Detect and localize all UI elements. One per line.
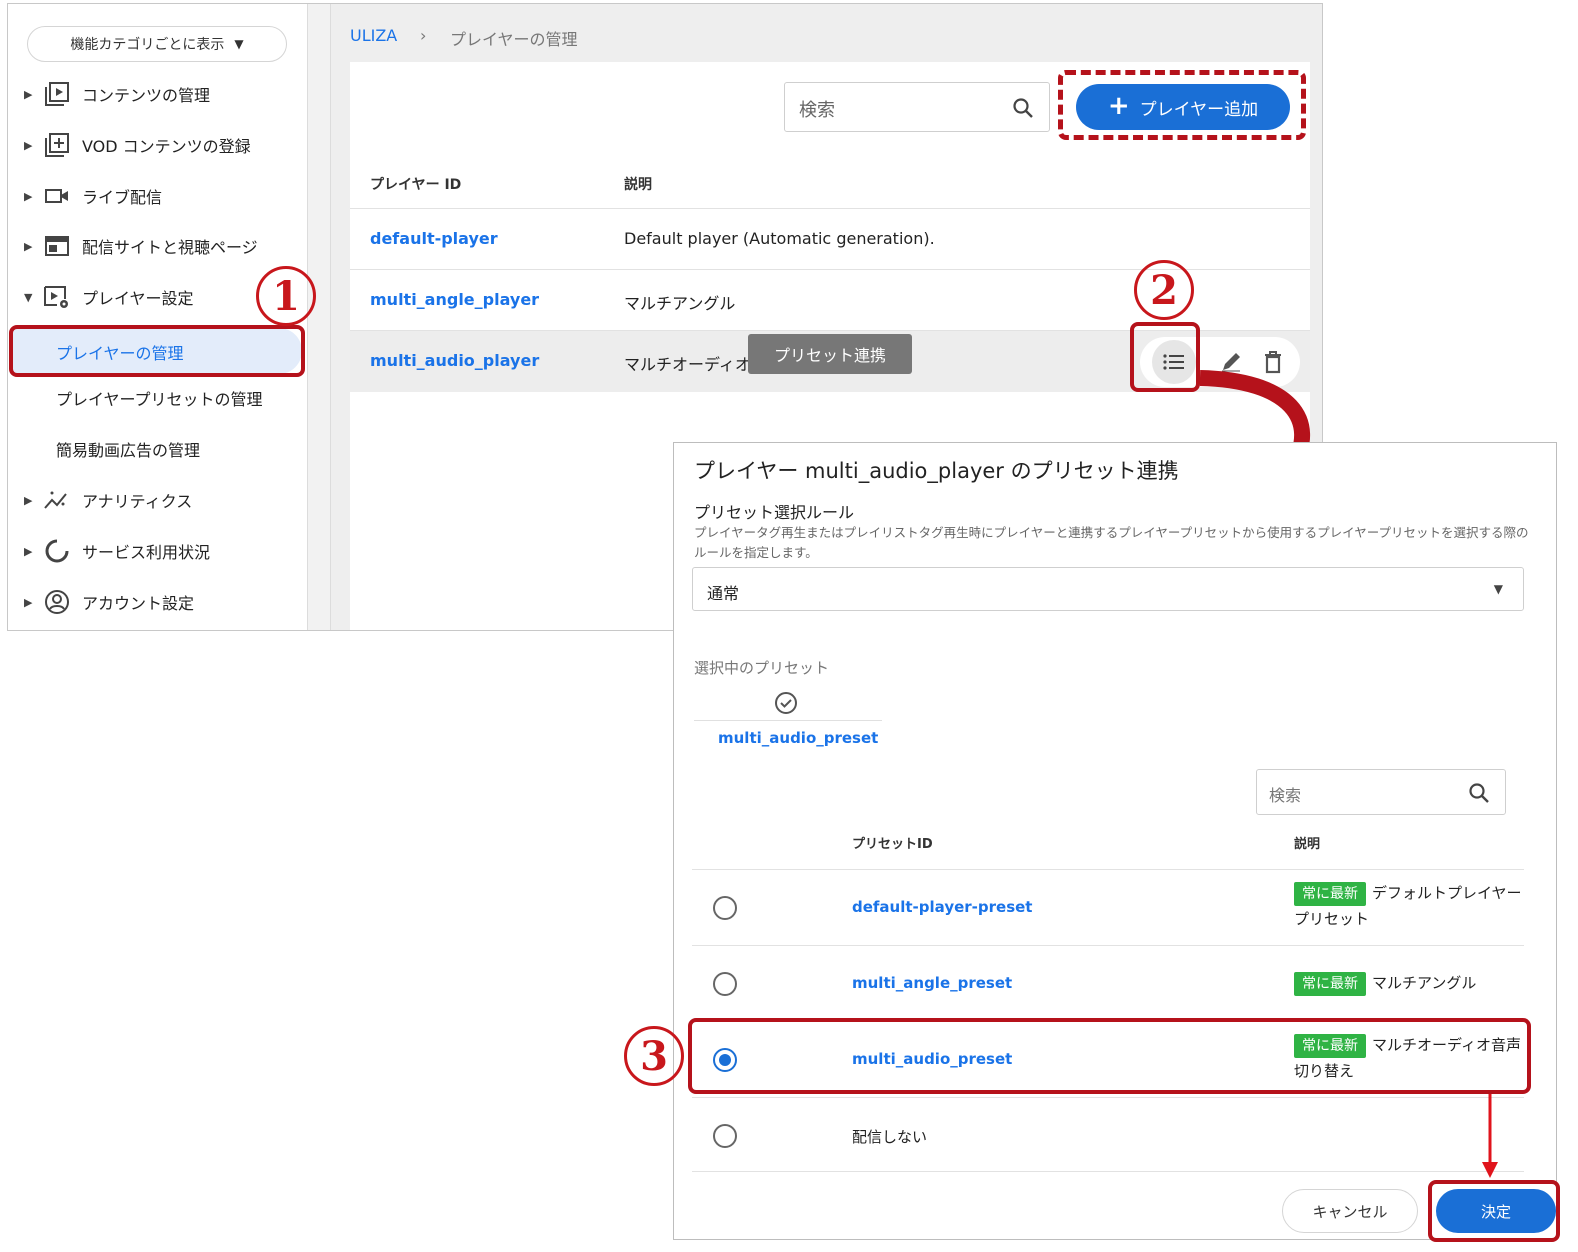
sidebar-item-service-usage[interactable]: ▶ サービス利用状況: [24, 531, 210, 571]
sidebar-item-account[interactable]: ▶ アカウント設定: [24, 582, 194, 622]
sidebar-item-label: アナリティクス: [82, 492, 193, 511]
expand-caret-icon: ▶: [24, 138, 33, 152]
preset-description: 常に最新 デフォルトプレイヤープリセット: [1294, 880, 1524, 932]
preset-row[interactable]: default-player-preset 常に最新 デフォルトプレイヤープリセッ…: [692, 869, 1524, 945]
player-id-link[interactable]: default-player: [370, 229, 498, 248]
preset-search-input[interactable]: 検索: [1256, 769, 1506, 815]
preset-rule-help: プレイヤータグ再生またはプレイリストタグ再生時にプレイヤーと連携するプレイヤープ…: [694, 525, 1529, 560]
player-description: Default player (Automatic generation).: [624, 229, 935, 248]
always-latest-badge: 常に最新: [1294, 972, 1366, 996]
expand-caret-icon: ▶: [24, 544, 33, 558]
sidebar-item-sites[interactable]: ▶ 配信サイトと視聴ページ: [24, 226, 258, 266]
search-icon: [1011, 96, 1035, 124]
analytics-icon: [42, 487, 72, 513]
dialog-title: プレイヤー multi_audio_player のプリセット連携: [694, 459, 1179, 483]
player-description: マルチオーディオ用: [624, 355, 767, 374]
dropdown-arrow-icon: ▼: [1493, 582, 1503, 596]
sidebar-item-live[interactable]: ▶ ライブ配信: [24, 176, 162, 216]
sidebar: 機能カテゴリごとに表示 ▼ ▶ コンテンツの管理 ▶ VOD コンテンツの登録 …: [8, 4, 308, 630]
search-icon: [1467, 781, 1491, 809]
sidebar-item-label: コンテンツの管理: [82, 86, 211, 105]
search-input[interactable]: 検索: [784, 82, 1050, 132]
sidebar-item-label: VOD コンテンツの登録: [82, 137, 251, 156]
highlight-box-1: [9, 325, 305, 377]
preset-id: multi_angle_preset: [852, 974, 1013, 992]
highlight-box-add-button: [1058, 70, 1306, 140]
breadcrumb-root[interactable]: ULIZA: [350, 26, 397, 45]
divider: [694, 720, 882, 721]
highlight-box-3: [688, 1018, 1531, 1094]
video-camera-icon: [42, 183, 72, 209]
preset-description: 常に最新 マルチアングル: [1294, 970, 1524, 996]
donut-chart-icon: [42, 538, 72, 564]
breadcrumb-separator: ›: [420, 26, 427, 45]
dropdown-arrow-icon: ▼: [234, 37, 244, 51]
column-header-description: 説明: [1294, 837, 1321, 852]
check-circle-icon: [774, 691, 798, 719]
column-header-description: 説明: [624, 177, 652, 193]
search-placeholder: 検索: [799, 100, 835, 121]
sidebar-gutter: [308, 4, 331, 630]
category-view-label: 機能カテゴリごとに表示: [70, 37, 225, 53]
selected-preset-label: 選択中のプリセット: [694, 659, 830, 677]
sidebar-subitem-ad-management[interactable]: 簡易動画広告の管理: [56, 429, 200, 469]
sidebar-subitem-label: 簡易動画広告の管理: [56, 441, 201, 460]
sidebar-item-player-settings[interactable]: ▼ プレイヤー設定: [24, 277, 194, 317]
sidebar-item-analytics[interactable]: ▶ アナリティクス: [24, 480, 192, 520]
account-circle-icon: [42, 589, 72, 615]
collapse-caret-icon: ▼: [24, 290, 33, 304]
expand-caret-icon: ▶: [24, 595, 33, 609]
preset-rule-value: 通常: [707, 584, 740, 603]
highlight-box-ok-button: [1428, 1180, 1560, 1242]
expand-caret-icon: ▶: [24, 189, 33, 203]
preset-id: default-player-preset: [852, 898, 1033, 916]
player-description: マルチアングル: [624, 294, 736, 313]
web-layout-icon: [42, 233, 72, 259]
category-view-button[interactable]: 機能カテゴリごとに表示 ▼: [27, 26, 287, 62]
sidebar-item-contents[interactable]: ▶ コンテンツの管理: [24, 74, 210, 114]
sidebar-item-label: プレイヤー設定: [82, 289, 194, 308]
breadcrumb-current: プレイヤーの管理: [450, 30, 578, 49]
column-header-preset-id: プリセットID: [852, 837, 933, 852]
preset-radio[interactable]: [713, 1124, 737, 1148]
preset-link-dialog: プレイヤー multi_audio_player のプリセット連携 プリセット選…: [673, 442, 1557, 1240]
arrow-down-icon: [1482, 1094, 1498, 1178]
step-marker-2: 2: [1134, 260, 1194, 320]
search-placeholder: 検索: [1269, 786, 1302, 805]
preset-description-text: マルチアングル: [1372, 974, 1477, 992]
expand-caret-icon: ▶: [24, 87, 33, 101]
step-marker-3: 3: [624, 1026, 684, 1086]
preset-radio[interactable]: [713, 972, 737, 996]
sidebar-subitem-preset-management[interactable]: プレイヤープリセットの管理: [56, 378, 263, 418]
column-header-player-id: プレイヤー ID: [370, 177, 462, 193]
add-square-icon: [42, 132, 72, 158]
always-latest-badge: 常に最新: [1294, 882, 1366, 906]
preset-rule-select[interactable]: 通常 ▼: [692, 567, 1524, 611]
preset-id: 配信しない: [852, 1128, 928, 1146]
preset-row[interactable]: multi_angle_preset 常に最新 マルチアングル: [692, 945, 1524, 1021]
preset-row[interactable]: 配信しない: [692, 1097, 1524, 1172]
expand-caret-icon: ▶: [24, 239, 33, 253]
sidebar-item-label: ライブ配信: [82, 188, 163, 207]
player-id-link[interactable]: multi_angle_player: [370, 290, 539, 309]
sidebar-subitem-label: プレイヤープリセットの管理: [56, 390, 263, 409]
preset-rule-label: プリセット選択ルール: [694, 503, 855, 522]
sidebar-item-label: アカウント設定: [82, 594, 195, 613]
step-marker-1: 1: [256, 266, 316, 326]
player-settings-icon: [42, 284, 72, 310]
preset-link-tooltip: プリセット連携: [748, 334, 912, 374]
selected-preset-name: multi_audio_preset: [718, 729, 879, 747]
sidebar-item-label: 配信サイトと視聴ページ: [82, 238, 258, 257]
play-square-icon: [42, 81, 72, 107]
expand-caret-icon: ▶: [24, 493, 33, 507]
cancel-button[interactable]: キャンセル: [1282, 1189, 1418, 1233]
sidebar-item-vod-register[interactable]: ▶ VOD コンテンツの登録: [24, 125, 251, 165]
player-id-link[interactable]: multi_audio_player: [370, 351, 539, 370]
preset-radio[interactable]: [713, 896, 737, 920]
sidebar-item-label: サービス利用状況: [82, 543, 211, 562]
